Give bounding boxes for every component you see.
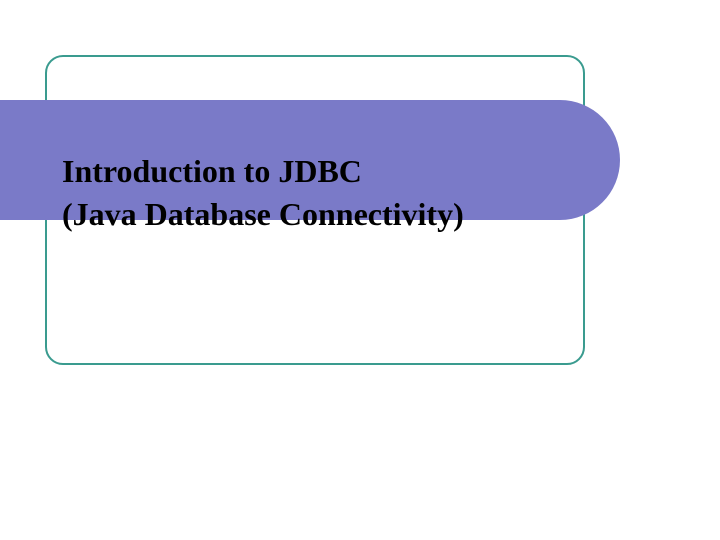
title-line-2: (Java Database Connectivity) [62, 193, 464, 236]
title-line-1: Introduction to JDBC [62, 150, 464, 193]
slide-title: Introduction to JDBC (Java Database Conn… [62, 150, 464, 236]
slide-container: Introduction to JDBC (Java Database Conn… [0, 0, 720, 540]
